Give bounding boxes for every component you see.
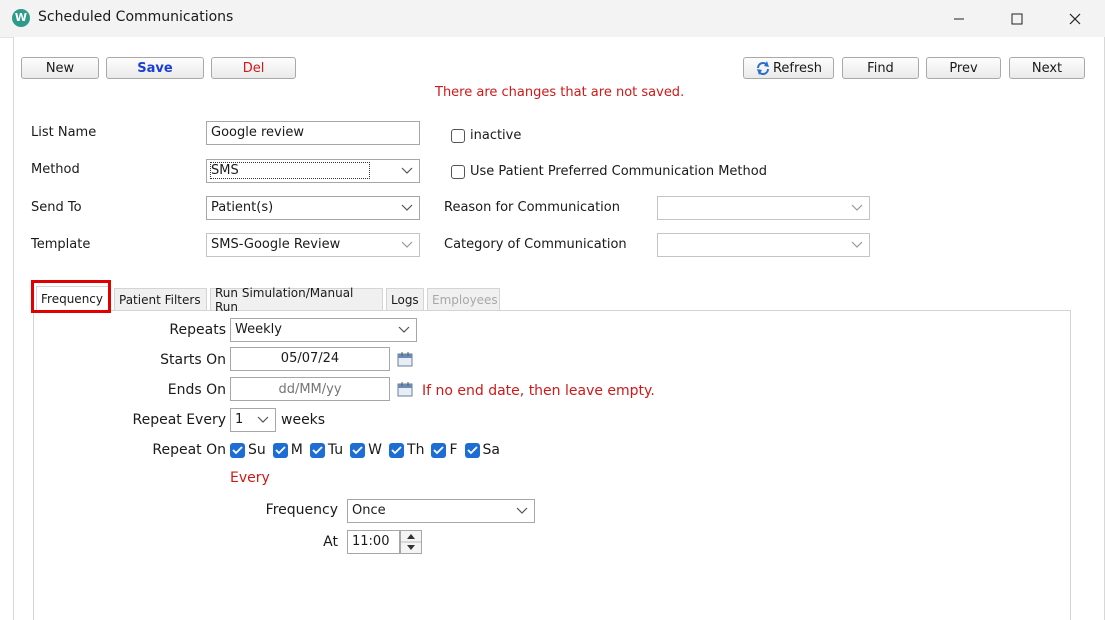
repeat-every-label: Repeat Every (132, 412, 226, 428)
day-checkbox-m[interactable] (272, 442, 288, 458)
frequency-value: Once (352, 503, 386, 518)
send-to-label: Send To (31, 200, 82, 215)
send-to-select[interactable]: Patient(s) (206, 196, 420, 220)
send-to-value: Patient(s) (211, 200, 274, 215)
chevron-down-icon (401, 204, 413, 211)
maximize-icon (1011, 13, 1023, 24)
method-value: SMS (210, 162, 370, 179)
day-checkbox-tu[interactable] (309, 442, 325, 458)
category-label: Category of Communication (444, 237, 627, 252)
close-button[interactable] (1052, 0, 1098, 37)
time-spinner[interactable] (400, 530, 422, 554)
minimize-button[interactable] (936, 0, 982, 37)
method-label: Method (31, 162, 80, 177)
day-checkbox-su[interactable] (230, 442, 245, 458)
refresh-icon (756, 61, 769, 75)
repeat-on-label: Repeat On (152, 442, 226, 458)
refresh-label: Refresh (772, 60, 823, 76)
find-button[interactable]: Find (842, 57, 919, 79)
tab-run-simulation[interactable]: Run Simulation/Manual Run (210, 286, 383, 314)
app-logo-icon: W (12, 9, 30, 27)
day-label: Tu (327, 442, 344, 458)
check-icon (275, 445, 286, 454)
tab-employees: Employees (427, 288, 500, 310)
category-select[interactable] (657, 233, 870, 257)
list-name-input[interactable]: Google review (206, 121, 420, 145)
ends-on-label: Ends On (167, 382, 226, 398)
inactive-label: inactive (470, 128, 522, 143)
window-title: Scheduled Communications (38, 9, 234, 25)
frequency-label: Frequency (265, 502, 338, 518)
use-preferred-method-checkbox[interactable] (451, 165, 465, 179)
frequency-select[interactable]: Once (347, 499, 535, 523)
repeats-value: Weekly (235, 322, 282, 337)
check-icon (352, 445, 363, 454)
check-icon (466, 445, 478, 454)
day-checkbox-f[interactable] (431, 442, 447, 458)
ends-on-input[interactable] (230, 377, 390, 401)
method-select[interactable]: SMS (206, 159, 420, 183)
day-label: Th (407, 442, 425, 458)
day-label: F (449, 442, 458, 458)
chevron-down-icon (257, 416, 269, 423)
prev-button[interactable]: Prev (926, 57, 1001, 79)
ends-on-hint: If no end date, then leave empty. (422, 383, 655, 399)
day-label: Sa (482, 442, 500, 458)
chevron-down-icon (398, 326, 410, 333)
reason-select[interactable] (657, 196, 870, 220)
check-icon (232, 445, 243, 454)
chevron-down-icon (851, 204, 863, 211)
check-icon (433, 445, 445, 454)
calendar-icon[interactable] (397, 351, 413, 367)
spinner-arrows-icon (401, 534, 421, 550)
repeat-every-unit: weeks (281, 412, 326, 428)
chevron-down-icon (851, 241, 863, 248)
check-icon (312, 445, 323, 454)
close-icon (1069, 13, 1081, 24)
list-name-label: List Name (31, 125, 97, 140)
maximize-button[interactable] (994, 0, 1040, 37)
day-checkbox-w[interactable] (350, 442, 366, 458)
template-label: Template (31, 237, 91, 252)
delete-button[interactable]: Del (211, 57, 296, 79)
use-preferred-method-label: Use Patient Preferred Communication Meth… (470, 164, 767, 179)
at-label: At (323, 534, 338, 550)
chevron-down-icon (516, 507, 528, 514)
day-label: M (290, 442, 303, 458)
save-button[interactable]: Save (106, 57, 204, 79)
tab-logs[interactable]: Logs (386, 288, 424, 310)
repeats-select[interactable]: Weekly (230, 318, 417, 342)
repeat-every-value: 1 (235, 412, 244, 427)
calendar-icon[interactable] (397, 381, 413, 397)
template-select[interactable]: SMS-Google Review (206, 233, 420, 257)
reason-label: Reason for Communication (444, 200, 620, 215)
refresh-button[interactable]: Refresh (743, 57, 834, 79)
tab-patient-filters[interactable]: Patient Filters (114, 288, 207, 310)
chevron-down-icon (401, 241, 413, 248)
day-checkbox-th[interactable] (389, 442, 405, 458)
repeat-every-select[interactable]: 1 (230, 408, 276, 432)
repeats-label: Repeats (169, 322, 226, 338)
at-time-input[interactable]: 11:00 (347, 530, 400, 554)
starts-on-label: Starts On (160, 352, 226, 368)
day-label: Su (248, 442, 266, 458)
template-value: SMS-Google Review (211, 237, 341, 252)
chevron-down-icon (401, 167, 413, 174)
minimize-icon (954, 18, 964, 19)
unsaved-warning: There are changes that are not saved. (435, 85, 685, 100)
starts-on-input[interactable]: 05/07/24 (230, 347, 390, 371)
every-label: Every (230, 470, 270, 486)
day-checkbox-sa[interactable] (464, 442, 480, 458)
new-button[interactable]: New (21, 57, 99, 79)
next-button[interactable]: Next (1009, 57, 1085, 79)
repeat-on-days: Su M Tu W Th F Sa (230, 442, 500, 458)
check-icon (391, 445, 402, 454)
inactive-checkbox[interactable] (451, 129, 465, 143)
day-label: W (368, 442, 383, 458)
highlight-box (31, 280, 111, 313)
